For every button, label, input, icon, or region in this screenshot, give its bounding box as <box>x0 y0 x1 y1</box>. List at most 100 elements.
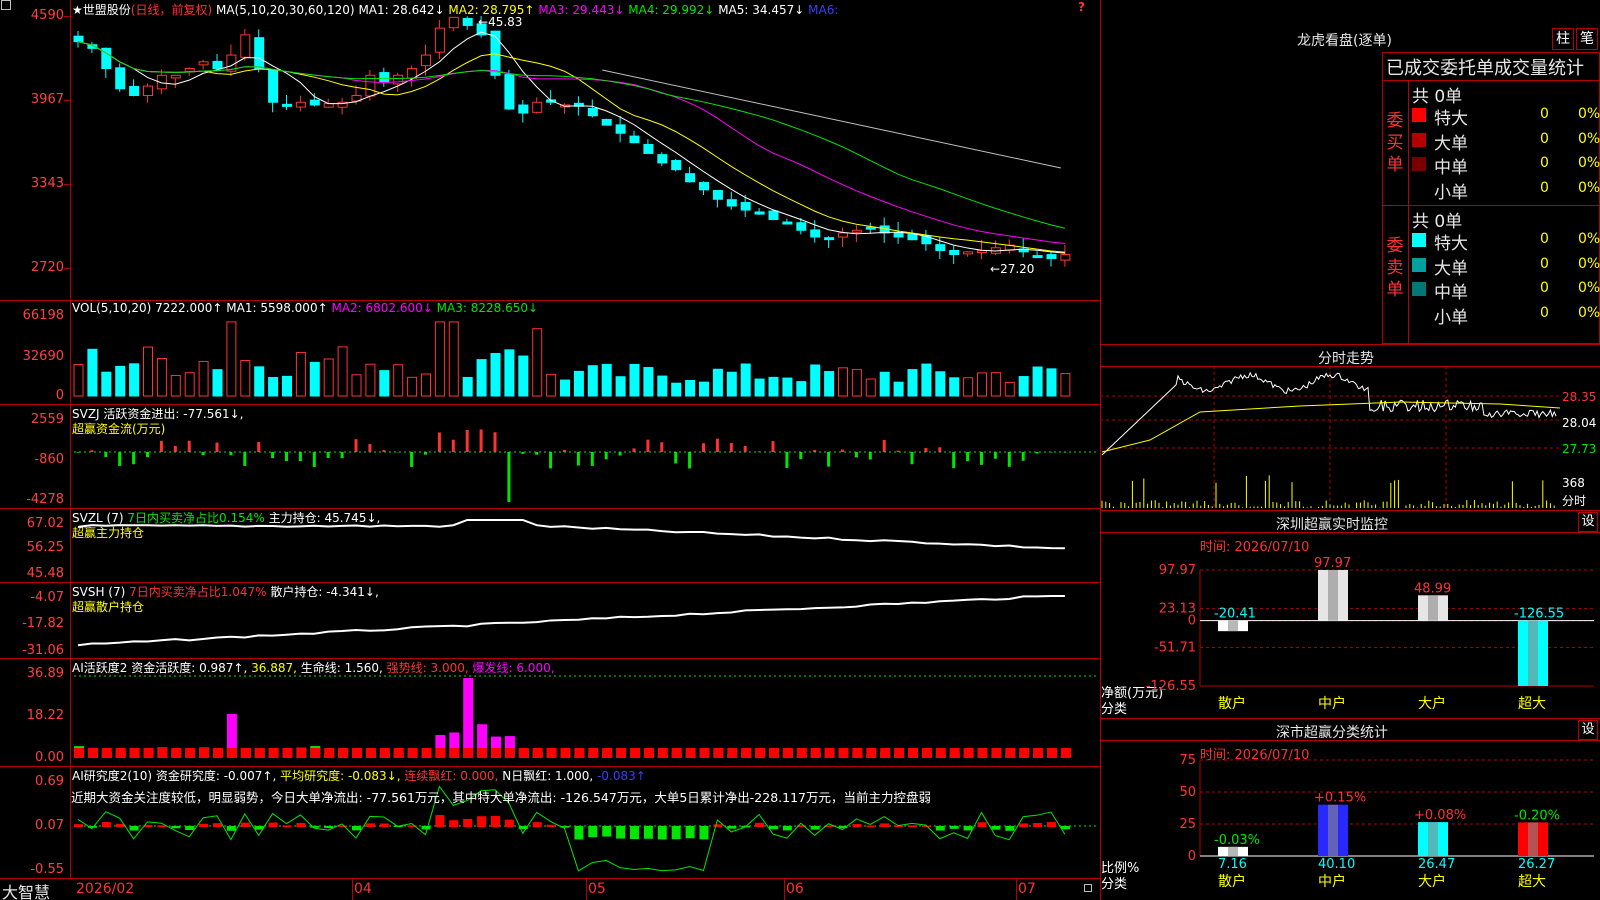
research-bar <box>782 826 792 831</box>
activity-base <box>560 748 571 758</box>
activity-base <box>713 748 724 758</box>
research-bar <box>866 825 876 827</box>
lock-icon[interactable] <box>1084 884 1092 892</box>
ma-line <box>77 41 1066 229</box>
activity-bar <box>741 752 752 758</box>
order-row-percent: 0% <box>1578 106 1600 122</box>
ai-active-t4: 强势线: 3.000, <box>386 661 469 675</box>
research-bar <box>74 824 83 827</box>
activity-base <box>1005 748 1016 758</box>
candle-body <box>184 68 195 72</box>
research-bar <box>671 826 681 840</box>
activity-bar <box>1019 752 1030 758</box>
activity-bar <box>143 749 154 758</box>
ai-active-axis-label: 36.89 <box>26 666 64 681</box>
activity-base <box>755 748 766 758</box>
research-bar <box>282 825 292 827</box>
bar-shade <box>1428 595 1438 621</box>
activity-base <box>741 748 752 758</box>
order-row-count: 0 <box>1540 231 1549 247</box>
volume-bar <box>657 375 668 397</box>
research-bar <box>574 826 584 840</box>
intraday-vol-unit: 分时 <box>1562 494 1587 508</box>
research-bar <box>991 826 1001 830</box>
vol-axis-label: 0 <box>55 388 64 403</box>
ai-active-axis-label: 0.00 <box>35 750 64 765</box>
volume-bar <box>351 374 362 397</box>
volume-bar <box>379 370 390 397</box>
activity-base <box>226 748 237 758</box>
vol-axis-label: 66198 <box>22 308 64 323</box>
research-bar <box>602 826 612 837</box>
category-label: 超大 <box>1518 696 1546 712</box>
candle-body <box>838 232 848 238</box>
svsh-axis-label: -31.06 <box>22 643 64 658</box>
volume-bar <box>754 378 765 397</box>
activity-base <box>129 748 140 758</box>
category-bar <box>1418 595 1448 621</box>
svsh-axis-label: -17.82 <box>22 616 64 631</box>
candle-body <box>532 101 543 113</box>
ai-research-axis-label: 0.07 <box>35 818 64 833</box>
activity-base <box>685 748 696 758</box>
activity-bar <box>991 753 1002 758</box>
svzj-label: SVZJ <box>72 407 100 421</box>
bar-shade <box>1328 570 1338 621</box>
bar-mode-button[interactable]: 柱 <box>1552 28 1574 50</box>
category-bar <box>1318 804 1348 856</box>
activity-bar <box>880 751 891 758</box>
candle-body <box>712 190 723 200</box>
candle-body <box>963 251 974 255</box>
high-price-note: ←45.83 <box>478 15 523 29</box>
research-bar <box>935 826 945 831</box>
activity-base <box>991 748 1002 758</box>
classify-title: 深市超赢分类统计 <box>1276 725 1388 741</box>
bar-value-label: -126.55 <box>1514 607 1564 622</box>
volume-bar <box>323 358 334 397</box>
order-row-count: 0 <box>1540 106 1549 122</box>
activity-bar <box>532 751 543 758</box>
monitor-settings-button[interactable]: 设 <box>1578 512 1598 532</box>
candle-body <box>254 37 265 70</box>
research-bar <box>824 825 834 827</box>
candle-body <box>379 72 390 83</box>
candle-body <box>240 34 251 58</box>
monitor-category-label: 分类 <box>1101 702 1128 717</box>
monitor-time: 时间: 2026/07/10 <box>1200 540 1310 555</box>
legend-swatch <box>1412 306 1426 321</box>
volume-bar <box>532 328 543 397</box>
intraday-axis-label: 27.73 <box>1562 442 1597 456</box>
activity-bar <box>796 754 807 758</box>
activity-bar <box>240 748 251 758</box>
volume-bar <box>170 374 181 397</box>
svsh-subtitle: 超赢散户持仓 <box>72 600 145 614</box>
volume-bar <box>587 365 598 397</box>
candlestick-chart[interactable] <box>0 0 1100 300</box>
research-bar <box>463 818 473 827</box>
activity-base <box>963 748 974 758</box>
activity-bar <box>769 755 779 758</box>
ma-line <box>77 41 1065 245</box>
volume-bar <box>462 376 473 397</box>
volume-bar <box>156 357 167 397</box>
pen-mode-button[interactable]: 笔 <box>1576 28 1598 50</box>
ma-line <box>602 69 1062 169</box>
volume-bar <box>282 375 292 397</box>
activity-bar <box>115 751 126 758</box>
candle-body <box>323 103 334 108</box>
vol-value: 7222.000↑ <box>155 301 223 315</box>
research-bar <box>699 826 709 840</box>
activity-bar <box>671 752 682 758</box>
activity-bar <box>338 750 349 758</box>
category-bar <box>1518 822 1548 856</box>
volume-bar <box>851 369 862 397</box>
candle-body <box>796 222 807 231</box>
svzj-axis-label: -860 <box>34 452 64 467</box>
order-row-count: 0 <box>1540 179 1549 196</box>
chart-axis-label: 50 <box>1179 785 1196 800</box>
bar-shade <box>1528 822 1538 856</box>
candle-body <box>73 35 84 43</box>
candle-body <box>671 160 682 171</box>
classify-settings-button[interactable]: 设 <box>1578 720 1598 740</box>
candle-body <box>1032 255 1043 259</box>
